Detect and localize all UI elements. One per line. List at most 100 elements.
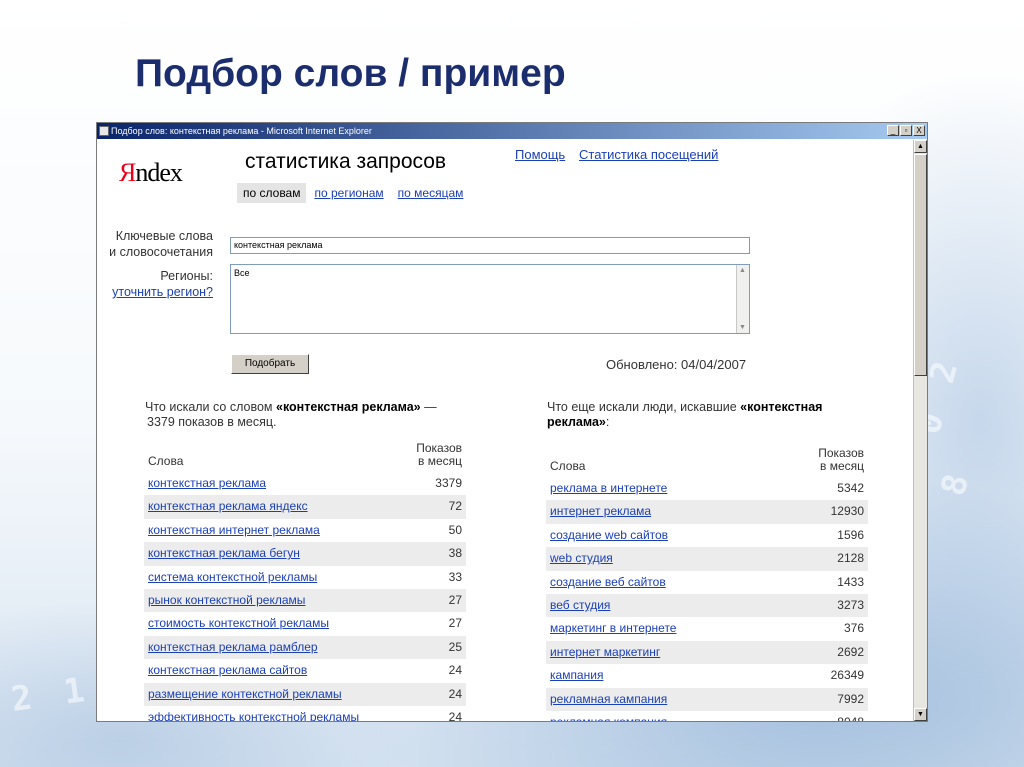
impressions-count: 27 (448, 616, 462, 631)
table-row: контекстная реклама бегун 38 (144, 542, 466, 566)
slide-title: Подбор слов / пример (135, 52, 566, 95)
table-row: интернет реклама 12930 (546, 500, 868, 524)
impressions-count: 50 (448, 522, 462, 537)
table-row: контекстная реклама сайтов 24 (144, 659, 466, 682)
keyword-link[interactable]: маркетинг в интернете (550, 617, 676, 640)
tab-by-months[interactable]: по месяцам (392, 183, 470, 203)
minimize-button[interactable]: _ (887, 125, 899, 136)
table-row: маркетинг в интернете 376 (546, 617, 868, 640)
impressions-count: 24 (448, 686, 462, 701)
keyword-link[interactable]: контекстная реклама рамблер (148, 636, 318, 659)
impressions-count: 2692 (837, 644, 864, 659)
keyword-link[interactable]: рынок контекстной рекламы (148, 589, 305, 612)
table-row: эффективность контекстной рекламы 24 (144, 706, 466, 721)
close-button[interactable]: X (913, 125, 925, 136)
impressions-count: 12930 (830, 504, 864, 519)
keyword-link[interactable]: контекстная реклама бегун (148, 542, 300, 565)
regions-value: Все (234, 268, 250, 278)
keywords-label: Ключевые слова и словосочетания (109, 229, 213, 259)
impressions-count: 27 (448, 592, 462, 607)
textarea-scrollbar[interactable]: ▲ ▼ (736, 265, 749, 333)
keyword-link[interactable]: размещение контекстной рекламы (148, 683, 342, 706)
keyword-link[interactable]: стоимость контекстной рекламы (148, 612, 329, 635)
refine-region-link[interactable]: уточнить регион? (112, 285, 213, 299)
impressions-count: 376 (843, 621, 864, 636)
impressions-count: 25 (448, 639, 462, 654)
impressions-count: 5342 (837, 481, 864, 495)
tab-by-words[interactable]: по словам (237, 183, 307, 203)
window-title: Подбор слов: контекстная реклама - Micro… (111, 126, 372, 136)
impressions-count: 24 (448, 709, 462, 721)
table-row: система контекстной рекламы 33 (144, 566, 466, 589)
tab-by-regions[interactable]: по регионам (308, 183, 389, 203)
keyword-link[interactable]: реклама в интернете (550, 477, 667, 500)
impressions-count: 72 (448, 499, 462, 514)
impressions-count: 3273 (837, 597, 864, 612)
regions-label: Регионы: уточнить регион? (112, 269, 213, 299)
keyword-link[interactable]: контекстная реклама (148, 472, 266, 495)
table-row: контекстная интернет реклама 50 (144, 519, 466, 542)
table-row: веб студия 3273 (546, 593, 868, 618)
table-row: рекламная кампания 7992 (546, 687, 868, 711)
table-row: реклама в интернете 5342 (546, 477, 868, 500)
regions-textarea[interactable]: Все ▲ ▼ (230, 264, 750, 334)
keyword-link[interactable]: интернет маркетинг (550, 641, 660, 664)
table-row: web студия 2128 (546, 547, 868, 571)
impressions-count: 1596 (837, 527, 864, 542)
keyword-link[interactable]: создание веб сайтов (550, 571, 666, 594)
page-content: Яndex статистика запросов Помощь Статист… (97, 140, 913, 721)
page-heading: статистика запросов (245, 150, 447, 173)
table-row: размещение контекстной рекламы 24 (144, 682, 466, 706)
page-scrollbar[interactable]: ▲ ▼ (913, 140, 927, 721)
yandex-logo[interactable]: Яndex (119, 158, 183, 188)
impressions-count: 7992 (837, 691, 864, 706)
textarea-down-arrow-icon[interactable]: ▼ (737, 322, 748, 333)
impressions-count: 24 (448, 663, 462, 678)
left-description: Что искали со словом «контекстная реклам… (145, 400, 437, 429)
impressions-count: 38 (448, 546, 462, 561)
visit-stats-link[interactable]: Статистика посещений (579, 147, 718, 162)
keywords-input[interactable]: контекстная реклама (230, 237, 750, 254)
table-row: контекстная реклама яндекс 72 (144, 495, 466, 519)
keyword-link[interactable]: эффективность контекстной рекламы (148, 706, 359, 721)
impressions-count: 33 (448, 569, 462, 584)
impressions-count: 2128 (837, 551, 864, 566)
keyword-link[interactable]: рекламная кампания (550, 688, 667, 711)
table-row: контекстная реклама 3379 (144, 472, 466, 495)
table-row: стоимость контекстной рекламы 27 (144, 612, 466, 635)
keyword-link[interactable]: контекстная реклама яндекс (148, 495, 308, 518)
keyword-link[interactable]: контекстная реклама сайтов (148, 659, 307, 682)
left-words-table: Слова Показов в месяц контекстная реклама… (144, 434, 466, 721)
keyword-link[interactable]: система контекстной рекламы (148, 566, 317, 589)
impressions-count: 26349 (830, 668, 864, 683)
table-row: кампания 26349 (546, 664, 868, 687)
submit-button[interactable]: Подобрать (231, 354, 309, 374)
keyword-link[interactable]: интернет реклама (550, 500, 651, 523)
scroll-thumb[interactable] (914, 154, 927, 376)
help-link[interactable]: Помощь (515, 147, 565, 162)
table-header: Слова Показов в месяц (550, 446, 864, 474)
keyword-link[interactable]: кампания (550, 664, 603, 687)
scroll-up-arrow-icon[interactable]: ▲ (914, 140, 927, 153)
table-row: создание веб сайтов 1433 (546, 571, 868, 594)
table-row: интернет маркетинг 2692 (546, 640, 868, 665)
maximize-button[interactable]: ▫ (900, 125, 912, 136)
keyword-link[interactable]: рекламная компания (550, 711, 667, 721)
updated-date: Обновлено: 04/04/2007 (606, 357, 747, 372)
right-words-table: Слова Показов в месяц реклама в интернете… (546, 422, 868, 721)
table-row: рынок контекстной рекламы 27 (144, 588, 466, 613)
table-row: рекламная компания 8048 (546, 711, 868, 721)
keyword-link[interactable]: web студия (550, 547, 613, 570)
ie-icon (99, 126, 109, 136)
keyword-link[interactable]: веб студия (550, 594, 610, 617)
browser-window: Подбор слов: контекстная реклама - Micro… (96, 122, 928, 722)
impressions-count: 1433 (837, 574, 864, 589)
textarea-up-arrow-icon[interactable]: ▲ (737, 265, 748, 276)
search-mode-tabs: по словам по регионам по месяцам (237, 183, 471, 203)
keyword-link[interactable]: создание web сайтов (550, 524, 668, 547)
table-row: создание web сайтов 1596 (546, 524, 868, 547)
scroll-down-arrow-icon[interactable]: ▼ (914, 708, 927, 721)
keyword-link[interactable]: контекстная интернет реклама (148, 519, 320, 542)
window-titlebar: Подбор слов: контекстная реклама - Micro… (97, 123, 927, 139)
impressions-count: 8048 (837, 711, 864, 721)
